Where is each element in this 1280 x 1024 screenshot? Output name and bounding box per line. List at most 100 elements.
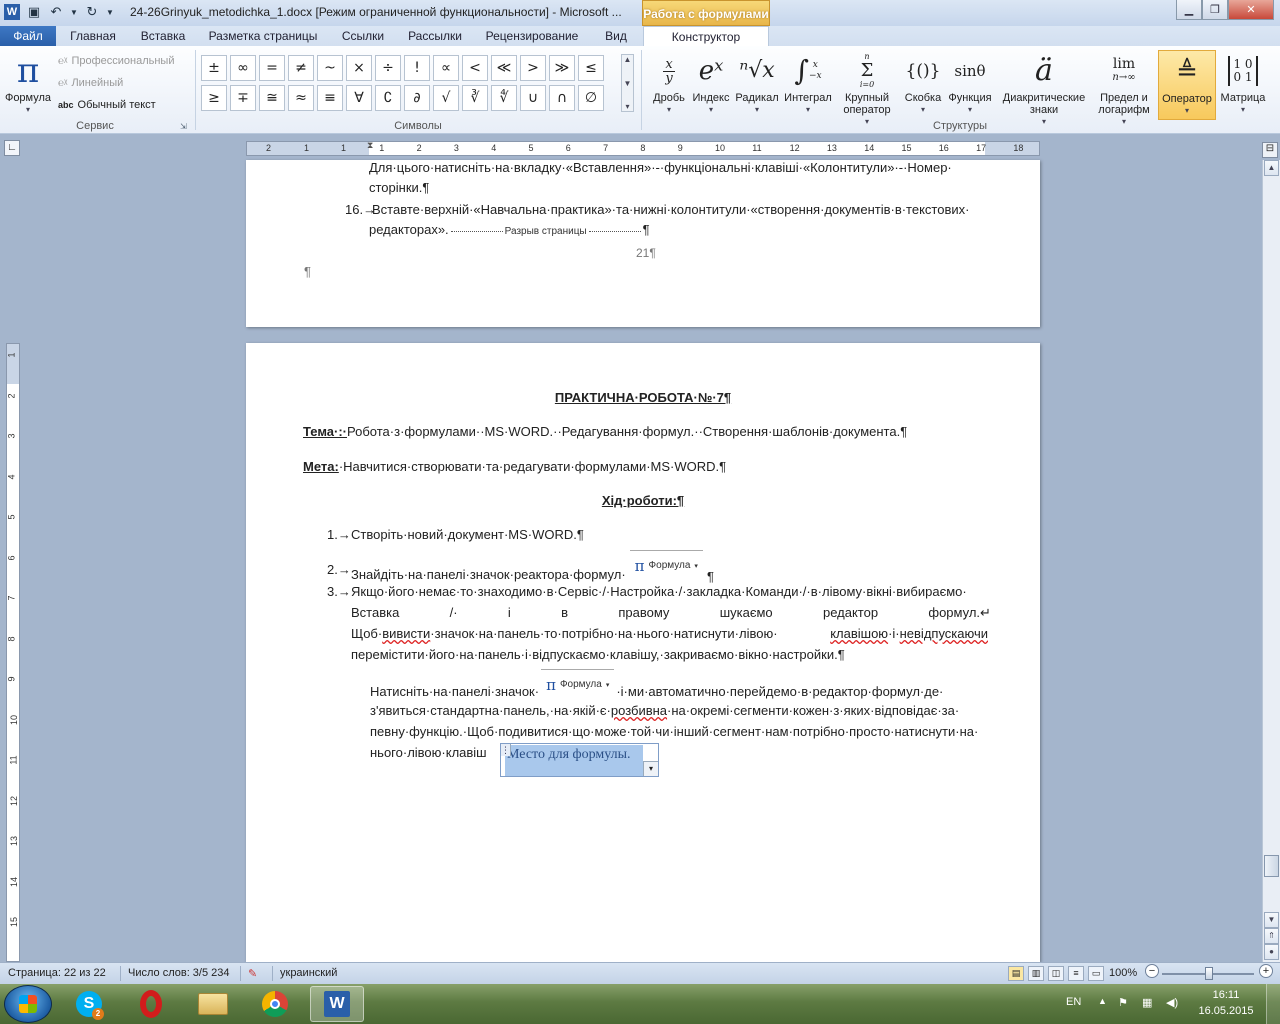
symbol-button[interactable]: ≤: [578, 55, 604, 81]
network-icon[interactable]: ▦: [1142, 996, 1152, 1009]
symbol-button[interactable]: ∜: [491, 85, 517, 111]
index-button[interactable]: eˣ Индекс ▾: [690, 50, 732, 116]
scroll-down-icon[interactable]: ▼: [624, 79, 632, 88]
equation-placeholder-box[interactable]: Место для формулы. ⋮ ▾: [500, 743, 659, 777]
symbol-button[interactable]: √: [433, 85, 459, 111]
ruler-toggle-icon[interactable]: ⊟: [1262, 142, 1278, 158]
scroll-down-button[interactable]: ▼: [1264, 912, 1279, 928]
para-line4[interactable]: нього·лівою·клавіш: [370, 745, 487, 760]
symbol-button[interactable]: ∀: [346, 85, 372, 111]
vertical-ruler[interactable]: 1 2 3 4 5 6 7 8 9 10 11 12 13 14 15: [6, 343, 20, 962]
large-operator-button[interactable]: n Σ i=0 Крупный оператор ▾: [836, 50, 898, 128]
prev-page-button[interactable]: ⇑: [1264, 928, 1279, 944]
tab-review[interactable]: Рецензирование: [476, 26, 588, 46]
symbol-button[interactable]: !: [404, 55, 430, 81]
symbol-button[interactable]: ±: [201, 55, 227, 81]
list-item-1[interactable]: Створіть·новий·документ·MS·WORD.¶: [351, 527, 584, 542]
page-heading[interactable]: ПРАКТИЧНА·РОБОТА·№·7¶: [246, 390, 1040, 405]
select-browse-object-button[interactable]: ●: [1264, 944, 1279, 960]
start-button[interactable]: [4, 985, 52, 1023]
vertical-scrollbar[interactable]: ▲ ▼ ⇑ ●: [1262, 160, 1280, 962]
clock-date[interactable]: 16.05.2015: [1196, 1005, 1256, 1017]
accent-button[interactable]: ä Диакритические знаки ▾: [996, 50, 1092, 128]
close-button[interactable]: ✕: [1228, 0, 1274, 20]
zoom-in-button[interactable]: +: [1259, 964, 1273, 978]
list-item-2[interactable]: Знайдіть·на·панелі·значок·реактора·форму…: [351, 548, 714, 584]
para-line1[interactable]: Натисніть·на·панелі·значок· π Формула ▾ …: [370, 667, 943, 701]
print-layout-view-icon[interactable]: ▤: [1008, 966, 1024, 981]
undo-icon[interactable]: ↶: [48, 4, 64, 20]
misspelled-word[interactable]: невідпускаючи: [900, 626, 988, 641]
outline-view-icon[interactable]: ≡: [1068, 966, 1084, 981]
tab-constructor[interactable]: Конструктор: [643, 26, 769, 47]
symbol-button[interactable]: ≡: [317, 85, 343, 111]
professional-button[interactable]: ℮ᵡ Профессиональный: [58, 52, 174, 70]
tab-insert[interactable]: Вставка: [130, 26, 196, 46]
taskbar-opera[interactable]: [124, 986, 178, 1022]
symbol-button[interactable]: ∅: [578, 85, 604, 111]
taskbar-chrome[interactable]: [248, 986, 302, 1022]
scroll-up-icon[interactable]: ▲: [624, 55, 632, 64]
tab-view[interactable]: Вид: [596, 26, 636, 46]
symbol-button[interactable]: ~: [317, 55, 343, 81]
proofing-icon[interactable]: ✎: [248, 967, 257, 980]
redo-icon[interactable]: ↻: [84, 4, 100, 20]
radical-button[interactable]: ⁿ√x Радикал ▾: [733, 50, 781, 116]
status-words[interactable]: Число слов: 3/5 234: [128, 967, 230, 979]
symbol-button[interactable]: ∪: [520, 85, 546, 111]
symbol-button[interactable]: ≈: [288, 85, 314, 111]
goal-line[interactable]: Мета:·Навчитися·створювати·та·редагувати…: [303, 459, 726, 474]
operator-button[interactable]: ≜ Оператор ▾: [1158, 50, 1216, 120]
zoom-out-button[interactable]: −: [1145, 964, 1159, 978]
action-center-flag-icon[interactable]: ⚑: [1118, 996, 1128, 1009]
list-item-16-line2[interactable]: редакторах». Разрыв страницы ¶: [369, 222, 650, 237]
limit-log-button[interactable]: lim n→∞ Предел и логарифм ▾: [1092, 50, 1156, 128]
symbol-button[interactable]: ÷: [375, 55, 401, 81]
equation-options-dropdown[interactable]: ▾: [643, 761, 658, 776]
symbol-button[interactable]: ≠: [288, 55, 314, 81]
misspelled-word[interactable]: клавішою: [830, 626, 888, 641]
list-item-3-line1[interactable]: Якщо·його·немає·то·знаходимо·в·Сервіс·/·…: [351, 584, 967, 599]
page1-line1[interactable]: Для·цього·натисніть·на·вкладку·«Вставлен…: [369, 160, 987, 175]
symbol-button[interactable]: =: [259, 55, 285, 81]
matrix-button[interactable]: 1 0 0 1 Матрица ▾: [1217, 50, 1269, 116]
symbols-scroll[interactable]: ▲ ▼ ▾: [621, 54, 634, 112]
progress-heading[interactable]: Хід·роботи:¶: [246, 493, 1040, 508]
taskbar-skype[interactable]: S 2: [62, 986, 116, 1022]
zoom-slider-thumb[interactable]: [1205, 967, 1213, 980]
para-line2[interactable]: з'явиться·стандартна·панель,·на·якій·є·р…: [370, 703, 959, 718]
fraction-button[interactable]: x y Дробь ▾: [648, 50, 690, 116]
symbol-button[interactable]: ≅: [259, 85, 285, 111]
list-item-3-line3[interactable]: Щоб· вивисти ·значок·на·панель·то·потріб…: [351, 626, 988, 641]
equation-handle-icon[interactable]: ⋮: [501, 744, 511, 756]
tab-mailings[interactable]: Рассылки: [402, 26, 468, 46]
tab-selector[interactable]: ∟: [4, 140, 20, 156]
symbol-button[interactable]: ≫: [549, 55, 575, 81]
topic-line[interactable]: Тема·:·Робота·з·формулами··MS·WORD.··Ред…: [303, 424, 907, 439]
web-layout-view-icon[interactable]: ◫: [1048, 966, 1064, 981]
linear-button[interactable]: ℮ᵡ Линейный: [58, 74, 123, 92]
para-line3[interactable]: певну·функцію.·Щоб·подивитися·що·може·то…: [370, 724, 978, 739]
indent-marker-icon[interactable]: ⧗: [367, 142, 373, 151]
tab-page-layout[interactable]: Разметка страницы: [202, 26, 324, 46]
customize-dropdown-icon[interactable]: ▼: [70, 4, 78, 20]
symbol-button[interactable]: >: [520, 55, 546, 81]
status-page[interactable]: Страница: 22 из 22: [8, 967, 106, 979]
tab-references[interactable]: Ссылки: [330, 26, 396, 46]
dialog-launcher-icon[interactable]: ⇲: [180, 122, 187, 131]
function-button[interactable]: sinθ Функция ▾: [946, 50, 994, 116]
word-logo-icon[interactable]: W: [4, 4, 20, 20]
formula-button[interactable]: π Формула ▾: [4, 50, 52, 116]
symbol-button[interactable]: ≪: [491, 55, 517, 81]
language-indicator[interactable]: EN: [1066, 996, 1081, 1008]
scroll-up-button[interactable]: ▲: [1264, 160, 1279, 176]
show-desktop-button[interactable]: [1266, 984, 1280, 1024]
misspelled-word[interactable]: розбивна: [611, 703, 667, 718]
taskbar-word[interactable]: W: [310, 986, 364, 1022]
misspelled-word[interactable]: вивисти: [382, 626, 430, 641]
save-icon[interactable]: ▣: [26, 4, 42, 20]
more-icon[interactable]: ▾: [625, 102, 629, 111]
integral-button[interactable]: ∫ x −x Интеграл ▾: [782, 50, 834, 116]
zoom-level[interactable]: 100%: [1109, 967, 1137, 979]
maximize-button[interactable]: ❐: [1202, 0, 1228, 20]
